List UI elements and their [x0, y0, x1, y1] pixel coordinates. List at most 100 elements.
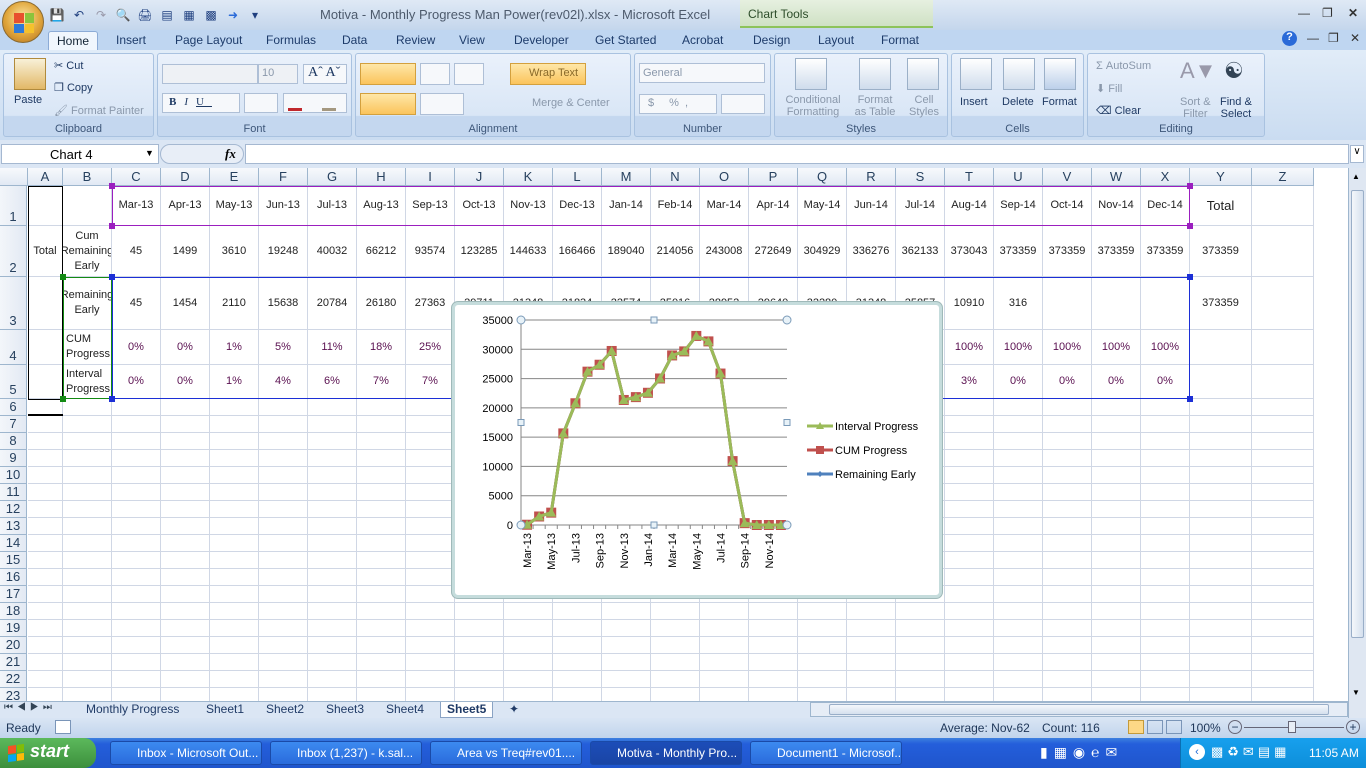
cell-W22[interactable] — [1092, 671, 1141, 688]
cell-T14[interactable] — [945, 535, 994, 552]
vertical-align-buttons[interactable] — [360, 63, 416, 85]
cell-T7[interactable] — [945, 416, 994, 433]
cell-V2[interactable]: 373359 — [1043, 226, 1092, 277]
cell-V23[interactable] — [1043, 688, 1092, 701]
cell-Y8[interactable] — [1190, 433, 1252, 450]
wrap-text-button[interactable]: Wrap Text — [510, 63, 586, 85]
cell-C11[interactable] — [112, 484, 161, 501]
cell-X5[interactable]: 0% — [1141, 365, 1190, 399]
row-header-14[interactable]: 14 — [0, 535, 27, 552]
cell-U23[interactable] — [994, 688, 1043, 701]
cell-P19[interactable] — [749, 620, 798, 637]
decimal-buttons[interactable] — [721, 94, 765, 114]
cell-M21[interactable] — [602, 654, 651, 671]
forward-arrow-icon[interactable]: ➜ — [224, 7, 242, 23]
row-header-12[interactable]: 12 — [0, 501, 27, 518]
cell-A15[interactable] — [28, 552, 63, 569]
cell-O2[interactable]: 243008 — [700, 226, 749, 277]
cell-G2[interactable]: 40032 — [308, 226, 357, 277]
cell-I23[interactable] — [406, 688, 455, 701]
cell-U1[interactable]: Sep-14 — [994, 186, 1043, 226]
cell-O19[interactable] — [700, 620, 749, 637]
cell-H15[interactable] — [357, 552, 406, 569]
cell-E18[interactable] — [210, 603, 259, 620]
cell-T22[interactable] — [945, 671, 994, 688]
cell-K21[interactable] — [504, 654, 553, 671]
sheet-tab-sheet1[interactable]: Sheet1 — [200, 702, 250, 718]
cell-Z8[interactable] — [1252, 433, 1314, 450]
cell-V12[interactable] — [1043, 501, 1092, 518]
row-header-6[interactable]: 6 — [0, 399, 27, 416]
column-header-B[interactable]: B — [63, 168, 112, 186]
cell-U8[interactable] — [994, 433, 1043, 450]
cell-U18[interactable] — [994, 603, 1043, 620]
cell-M19[interactable] — [602, 620, 651, 637]
cell-G4[interactable]: 11% — [308, 330, 357, 365]
cell-Y5[interactable] — [1190, 365, 1252, 399]
tab-format[interactable]: Format — [873, 31, 927, 50]
cell-B3[interactable]: Remaining Early — [63, 277, 112, 330]
cell-B22[interactable] — [63, 671, 112, 688]
cell-C8[interactable] — [112, 433, 161, 450]
cell-S19[interactable] — [896, 620, 945, 637]
cell-F1[interactable]: Jun-13 — [259, 186, 308, 226]
cell-T16[interactable] — [945, 569, 994, 586]
cell-X8[interactable] — [1141, 433, 1190, 450]
paste-button[interactable]: Paste — [14, 94, 42, 106]
cell-R23[interactable] — [847, 688, 896, 701]
cell-A23[interactable] — [28, 688, 63, 701]
cell-P18[interactable] — [749, 603, 798, 620]
save-icon[interactable]: 💾 — [48, 7, 66, 23]
grow-shrink-font-buttons[interactable]: Aˆ Aˇ — [303, 64, 347, 84]
row-header-15[interactable]: 15 — [0, 552, 27, 569]
column-header-W[interactable]: W — [1092, 168, 1141, 186]
cell-G23[interactable] — [308, 688, 357, 701]
range-handle[interactable] — [1187, 274, 1193, 280]
undo-icon[interactable]: ↶ — [70, 7, 88, 23]
cell-G1[interactable]: Jul-13 — [308, 186, 357, 226]
row-header-20[interactable]: 20 — [0, 637, 27, 654]
sheet-tab-sheet4[interactable]: Sheet4 — [380, 702, 430, 718]
cell-X12[interactable] — [1141, 501, 1190, 518]
cell-Z15[interactable] — [1252, 552, 1314, 569]
cell-A22[interactable] — [28, 671, 63, 688]
cell-U15[interactable] — [994, 552, 1043, 569]
cell-M22[interactable] — [602, 671, 651, 688]
row-header-11[interactable]: 11 — [0, 484, 27, 501]
cell-A18[interactable] — [28, 603, 63, 620]
cell-A2[interactable]: Total — [28, 226, 63, 277]
row-header-8[interactable]: 8 — [0, 433, 27, 450]
cell-J18[interactable] — [455, 603, 504, 620]
cell-E19[interactable] — [210, 620, 259, 637]
cell-Y4[interactable] — [1190, 330, 1252, 365]
cell-H22[interactable] — [357, 671, 406, 688]
cell-B15[interactable] — [63, 552, 112, 569]
cell-O20[interactable] — [700, 637, 749, 654]
cell-F12[interactable] — [259, 501, 308, 518]
cell-G16[interactable] — [308, 569, 357, 586]
fill-font-color-buttons[interactable] — [283, 93, 347, 113]
sort-filter-button[interactable]: Sort & Filter — [1180, 96, 1211, 120]
cell-I12[interactable] — [406, 501, 455, 518]
cell-E5[interactable]: 1% — [210, 365, 259, 399]
cell-A3[interactable] — [28, 277, 63, 330]
row-header-23[interactable]: 23 — [0, 688, 27, 701]
zoom-slider-thumb[interactable] — [1288, 721, 1296, 733]
column-header-Y[interactable]: Y — [1190, 168, 1252, 186]
cell-X2[interactable]: 373359 — [1141, 226, 1190, 277]
cell-G10[interactable] — [308, 467, 357, 484]
office-button[interactable] — [2, 1, 44, 43]
cell-H19[interactable] — [357, 620, 406, 637]
row-header-22[interactable]: 22 — [0, 671, 27, 688]
cell-H8[interactable] — [357, 433, 406, 450]
cell-F16[interactable] — [259, 569, 308, 586]
cell-U11[interactable] — [994, 484, 1043, 501]
cell-F6[interactable] — [259, 399, 308, 416]
cell-B23[interactable] — [63, 688, 112, 701]
cell-F5[interactable]: 4% — [259, 365, 308, 399]
cell-U17[interactable] — [994, 586, 1043, 603]
print-preview-icon[interactable]: 🔍 — [114, 7, 132, 23]
cell-J22[interactable] — [455, 671, 504, 688]
tab-insert[interactable]: Insert — [108, 31, 154, 50]
cell-D6[interactable] — [161, 399, 210, 416]
